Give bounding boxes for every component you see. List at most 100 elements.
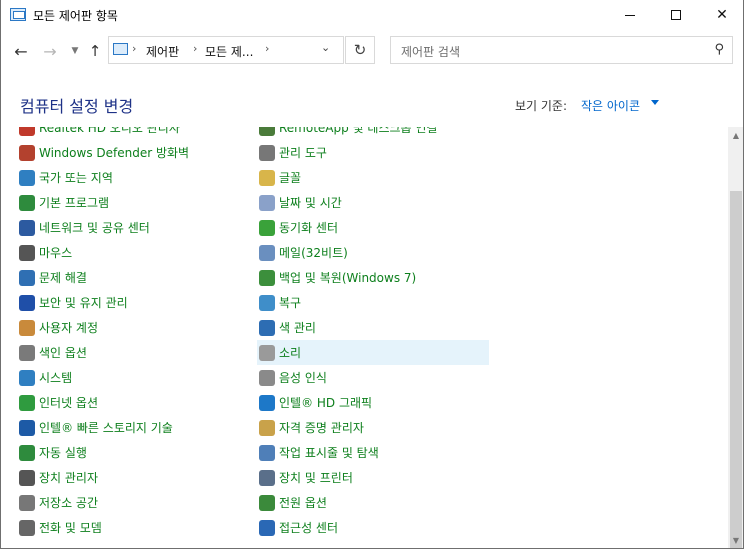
firewall-icon (19, 144, 35, 161)
autoplay-icon (19, 444, 35, 461)
control-panel-icon (113, 43, 128, 55)
up-button[interactable]: ↑ (84, 40, 106, 62)
item-label: 문제 해결 (39, 271, 87, 285)
item-label: 자격 증명 관리자 (279, 421, 364, 435)
control-panel-item[interactable]: 인텔® 빠른 스토리지 기술 (17, 415, 249, 440)
control-panel-item[interactable]: 글꼴 (257, 165, 489, 190)
breadcrumb-all-items[interactable]: 모든 제... (205, 43, 253, 60)
control-panel-item[interactable]: 작업 표시줄 및 탐색 (257, 440, 489, 465)
item-label: Realtek HD 오디오 관리자 (39, 127, 180, 135)
view-by-dropdown[interactable]: 작은 아이콘 (581, 97, 640, 114)
vertical-scrollbar[interactable]: ▲ ▼ (728, 127, 743, 548)
control-panel-item[interactable]: 색 관리 (257, 315, 489, 340)
control-panel-item[interactable]: 전원 옵션 (257, 490, 489, 515)
item-label: 사용자 계정 (39, 321, 99, 335)
breadcrumb-control-panel[interactable]: 제어판 (146, 43, 179, 60)
control-panel-item[interactable]: 날짜 및 시간 (257, 190, 489, 215)
search-icon[interactable]: ⚲ (714, 42, 724, 57)
search-box[interactable]: 제어판 검색 ⚲ (390, 36, 733, 64)
items-list: Realtek HD 오디오 관리자 Windows Defender 방화벽국가… (1, 127, 728, 548)
control-panel-item[interactable]: 자동 실행 (17, 440, 249, 465)
troubleshoot-icon (19, 269, 35, 286)
control-panel-item[interactable]: 접근성 센터 (257, 515, 489, 540)
close-icon: ✕ (716, 7, 728, 23)
network-icon (19, 219, 35, 236)
search-input[interactable]: 제어판 검색 (401, 43, 460, 60)
arrow-left-icon: ← (14, 41, 28, 61)
printer-icon (259, 469, 275, 486)
control-panel-item[interactable]: RemoteApp 및 데스크톱 연결 (257, 127, 489, 140)
maximize-icon (671, 10, 681, 20)
scrollbar-thumb[interactable] (730, 191, 742, 548)
system-icon (19, 369, 35, 386)
item-label: 전원 옵션 (279, 496, 327, 510)
refresh-button[interactable]: ↻ (345, 36, 375, 64)
minimize-button[interactable] (607, 0, 653, 30)
control-panel-item[interactable]: Realtek HD 오디오 관리자 (17, 127, 249, 140)
sound-icon (259, 344, 275, 361)
control-panel-item[interactable]: 메일(32비트) (257, 240, 489, 265)
breadcrumb-chevron-icon[interactable]: › (193, 42, 197, 55)
scroll-down-icon[interactable]: ▼ (728, 532, 743, 548)
control-panel-item[interactable]: 마우스 (17, 240, 249, 265)
breadcrumb-chevron-icon[interactable]: › (132, 42, 136, 55)
title-bar[interactable]: 모든 제어판 항목 ✕ (1, 0, 743, 30)
item-label: 접근성 센터 (279, 521, 339, 535)
address-dropdown-icon[interactable]: ⌄ (321, 41, 330, 54)
item-label: 글꼴 (279, 171, 302, 185)
device-manager-icon (19, 469, 35, 486)
dropdown-arrow-icon[interactable] (651, 100, 659, 105)
control-panel-item[interactable]: 장치 관리자 (17, 465, 249, 490)
control-panel-item[interactable]: 전화 및 모뎀 (17, 515, 249, 540)
refresh-icon: ↻ (353, 41, 367, 59)
control-panel-item[interactable]: 백업 및 복원(Windows 7) (257, 265, 489, 290)
remoteapp-icon (259, 127, 275, 136)
control-panel-item[interactable]: 문제 해결 (17, 265, 249, 290)
forward-button[interactable]: → (39, 40, 61, 62)
address-bar[interactable]: › 제어판 › 모든 제... › ⌄ (108, 36, 344, 64)
control-panel-item[interactable]: 소리 (257, 340, 489, 365)
item-label: 장치 관리자 (39, 471, 99, 485)
item-label: 인터넷 옵션 (39, 396, 99, 410)
clock-icon (259, 194, 275, 211)
item-label: 국가 또는 지역 (39, 171, 113, 185)
control-panel-item[interactable]: 장치 및 프린터 (257, 465, 489, 490)
taskbar-icon (259, 444, 275, 461)
control-panel-item[interactable]: 자격 증명 관리자 (257, 415, 489, 440)
control-panel-item[interactable]: 관리 도구 (257, 140, 489, 165)
control-panel-item[interactable]: 색인 옵션 (17, 340, 249, 365)
recent-locations-button[interactable]: ▼ (64, 40, 86, 62)
item-label: 색 관리 (279, 321, 316, 335)
back-button[interactable]: ← (10, 40, 32, 62)
control-panel-item[interactable]: 기본 프로그램 (17, 190, 249, 215)
scroll-up-icon[interactable]: ▲ (728, 127, 743, 143)
maximize-button[interactable] (653, 0, 699, 30)
control-panel-item[interactable]: 네트워크 및 공유 센터 (17, 215, 249, 240)
control-panel-item[interactable]: Windows Defender 방화벽 (17, 140, 249, 165)
view-by-label: 보기 기준: (515, 99, 568, 113)
breadcrumb-chevron-icon[interactable]: › (265, 42, 269, 55)
control-panel-item[interactable]: 동기화 센터 (257, 215, 489, 240)
recovery-icon (259, 294, 275, 311)
chevron-down-icon: ▼ (71, 46, 79, 56)
control-panel-item[interactable]: 국가 또는 지역 (17, 165, 249, 190)
control-panel-window: 모든 제어판 항목 ✕ ← → ▼ ↑ › 제어판 › 모든 제... › ⌄ … (0, 0, 744, 549)
default-programs-icon (19, 194, 35, 211)
control-panel-item[interactable]: 복구 (257, 290, 489, 315)
control-panel-item[interactable]: 저장소 공간 (17, 490, 249, 515)
item-label: 마우스 (39, 246, 73, 260)
item-label: 전화 및 모뎀 (39, 521, 102, 535)
control-panel-item[interactable]: 보안 및 유지 관리 (17, 290, 249, 315)
close-button[interactable]: ✕ (699, 0, 743, 30)
arrow-right-icon: → (43, 41, 57, 61)
microphone-icon (259, 369, 275, 386)
control-panel-item[interactable]: 사용자 계정 (17, 315, 249, 340)
sync-icon (259, 219, 275, 236)
credential-icon (259, 419, 275, 436)
control-panel-item[interactable]: 인텔® HD 그래픽 (257, 390, 489, 415)
color-management-icon (259, 319, 275, 336)
control-panel-item[interactable]: 음성 인식 (257, 365, 489, 390)
control-panel-item[interactable]: 인터넷 옵션 (17, 390, 249, 415)
control-panel-item[interactable]: 시스템 (17, 365, 249, 390)
arrow-up-icon: ↑ (88, 42, 102, 60)
